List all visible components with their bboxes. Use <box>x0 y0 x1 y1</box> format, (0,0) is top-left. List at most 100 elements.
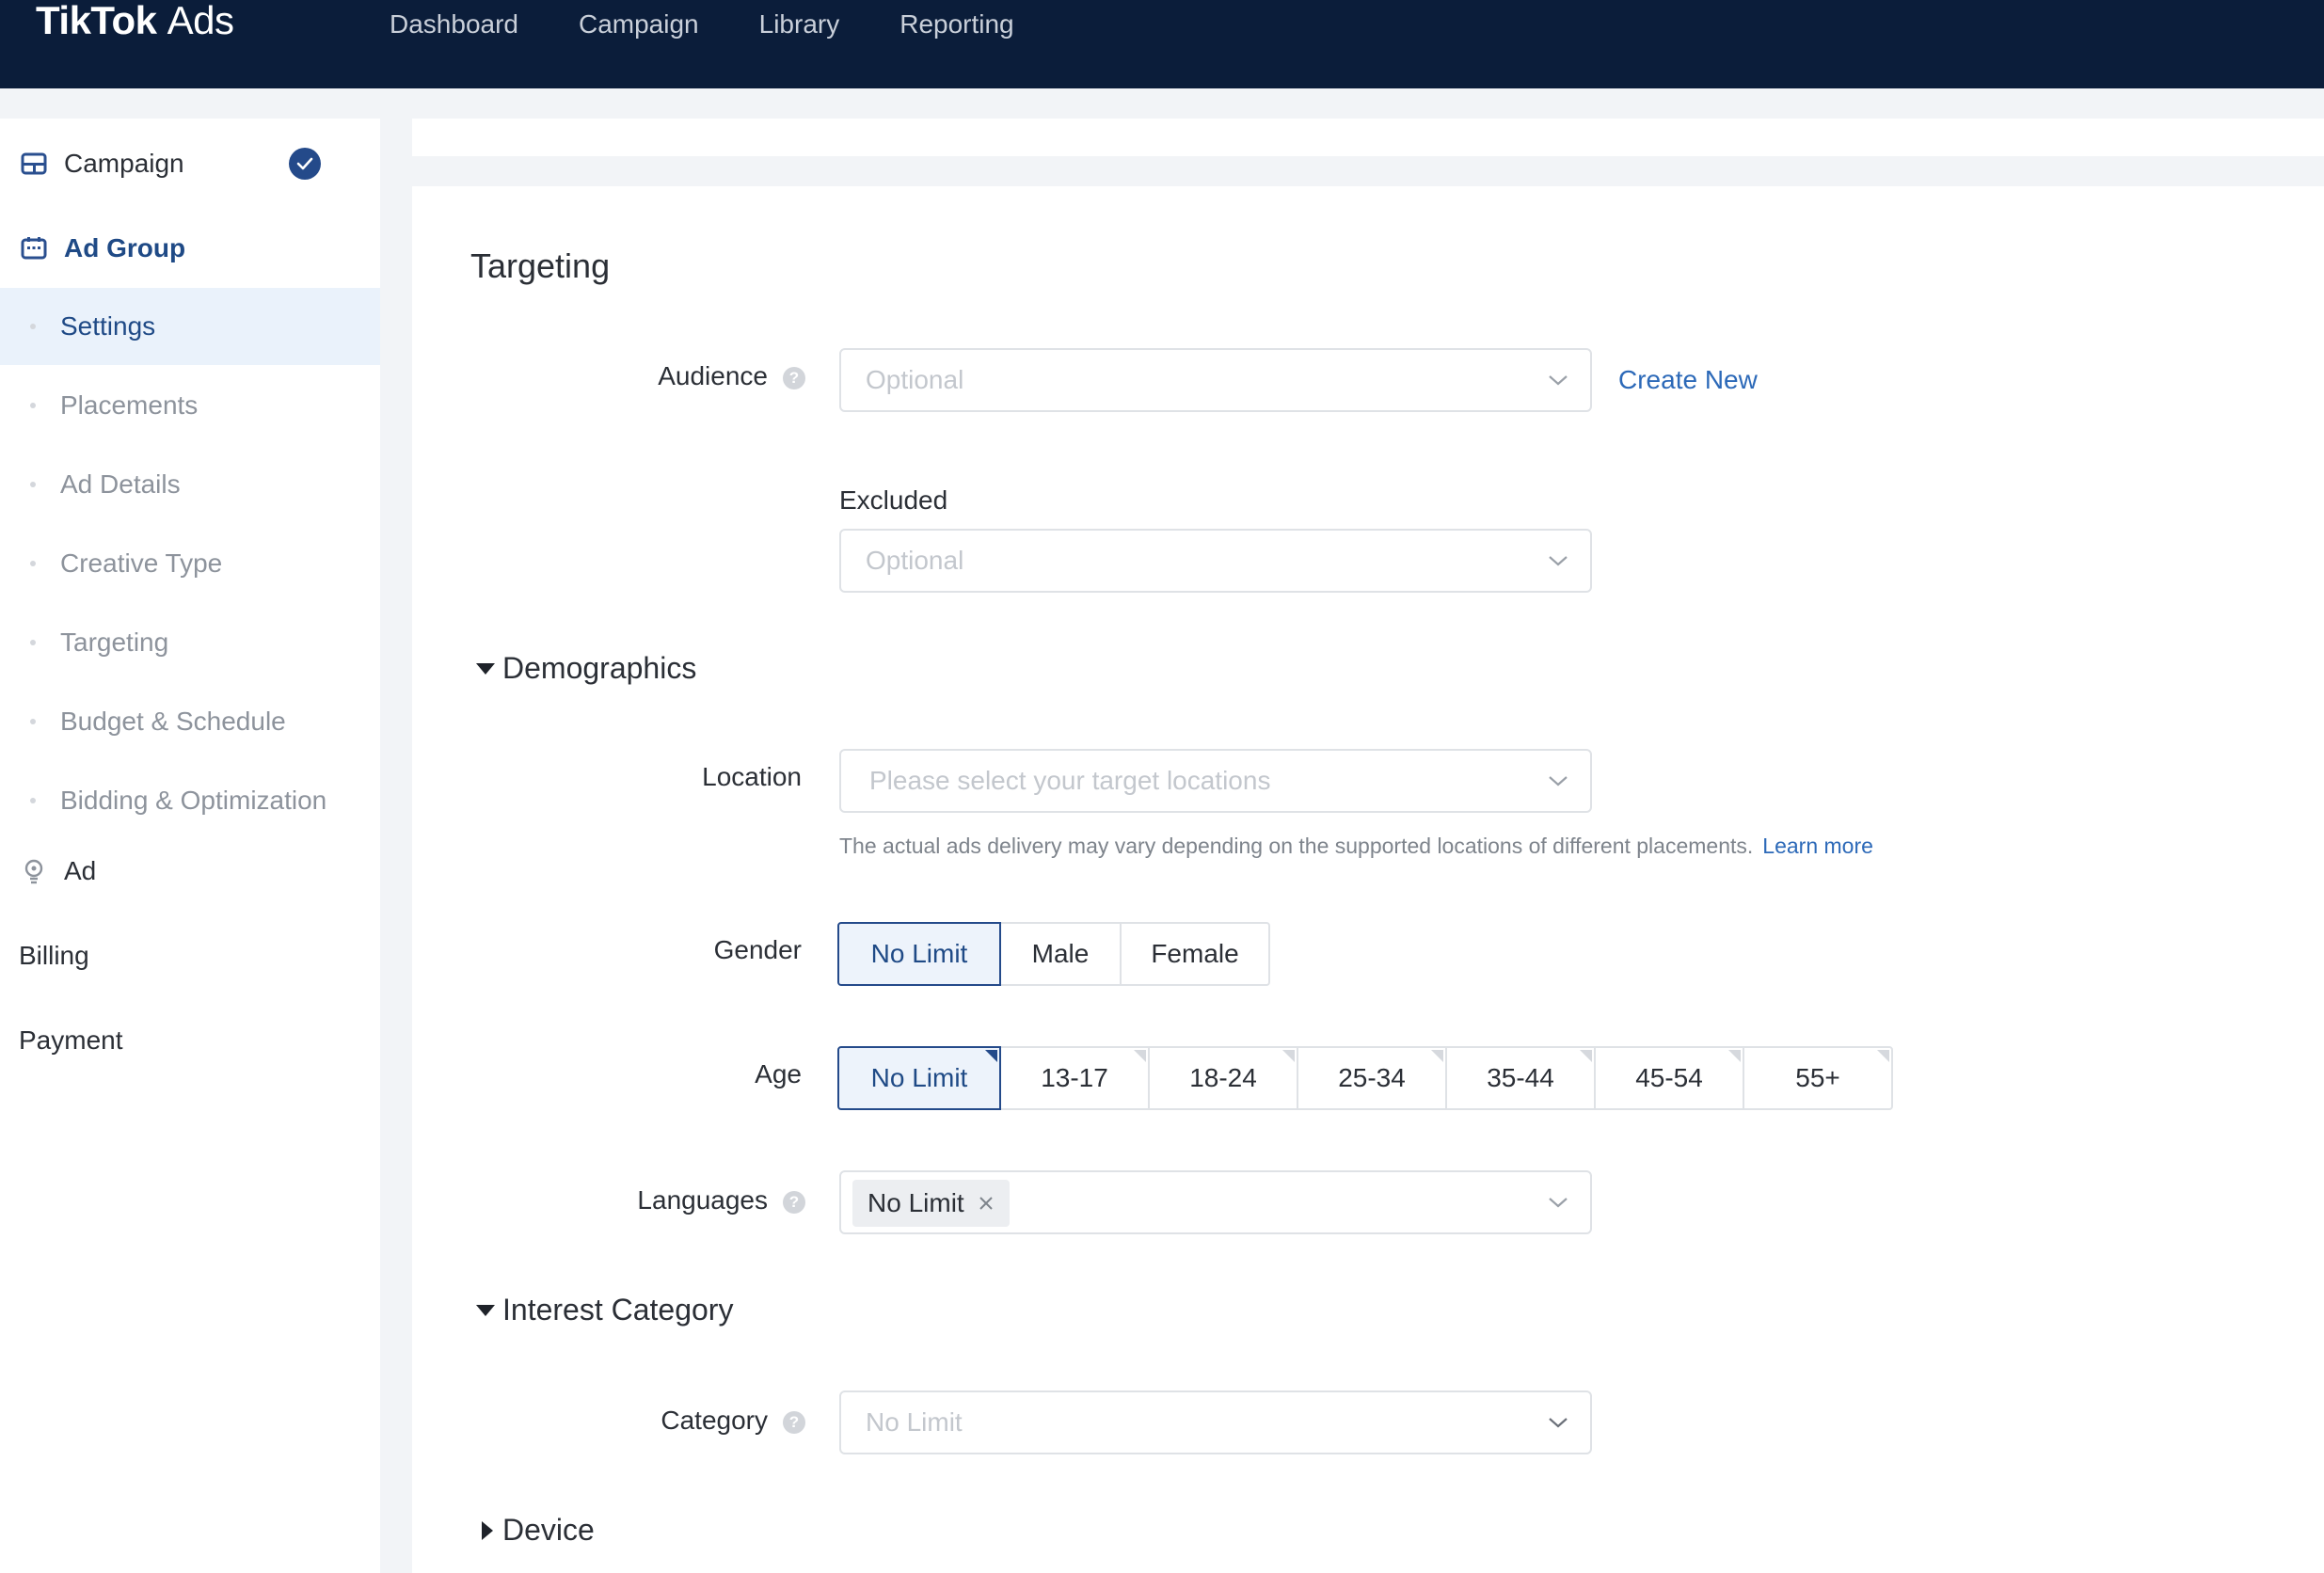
chevron-down-icon <box>1549 1198 1568 1208</box>
age-option-55-plus[interactable]: 55+ <box>1743 1046 1893 1110</box>
age-option-25-34[interactable]: 25-34 <box>1297 1046 1447 1110</box>
category-select[interactable]: No Limit <box>839 1390 1592 1454</box>
languages-label-text: Languages <box>637 1185 768 1215</box>
chevron-down-icon <box>1549 1418 1568 1428</box>
option-label: No Limit <box>870 1063 968 1092</box>
bullet-dot <box>30 640 36 645</box>
chevron-down-icon <box>1549 776 1568 786</box>
learn-more-link[interactable]: Learn more <box>1762 834 1873 858</box>
option-label: No Limit <box>870 939 968 968</box>
caret-right-icon <box>482 1520 493 1540</box>
excluded-placeholder: Optional <box>866 546 964 575</box>
demographics-title: Demographics <box>502 651 697 685</box>
help-icon[interactable]: ? <box>783 1410 805 1434</box>
location-hint: The actual ads delivery may vary dependi… <box>839 834 1873 859</box>
language-tag: No Limit <box>852 1180 1010 1227</box>
sidebar-item-label: Payment <box>19 1025 123 1055</box>
age-label: Age <box>755 1059 802 1088</box>
sidebar-item-billing[interactable]: Billing <box>0 930 380 982</box>
tiktok-ads-logo[interactable]: TikTok Ads <box>36 0 234 41</box>
corner-marker <box>1580 1050 1592 1062</box>
corner-marker <box>1431 1050 1443 1062</box>
age-option-no-limit[interactable]: No Limit <box>837 1046 1001 1110</box>
device-toggle[interactable]: Device <box>470 1513 595 1548</box>
completed-check-icon <box>289 148 321 180</box>
option-label: Male <box>1031 939 1090 968</box>
nav-dashboard[interactable]: Dashboard <box>390 6 518 43</box>
age-option-35-44[interactable]: 35-44 <box>1445 1046 1596 1110</box>
bullet-dot <box>30 719 36 724</box>
gender-option-no-limit[interactable]: No Limit <box>837 922 1001 986</box>
sidebar-subitem-settings[interactable]: Settings <box>0 288 380 365</box>
sidebar-subitem-ad-details[interactable]: Ad Details <box>0 448 380 521</box>
gender-option-male[interactable]: Male <box>999 922 1122 986</box>
option-label: 18-24 <box>1189 1063 1257 1092</box>
logo-sub-text: Ads <box>167 0 234 42</box>
bullet-dot <box>30 482 36 487</box>
nav-reporting[interactable]: Reporting <box>899 6 1013 43</box>
sidebar-subitem-label: Bidding & Optimization <box>60 786 327 815</box>
bullet-dot <box>30 561 36 566</box>
audience-label-text: Audience <box>658 361 768 390</box>
chevron-down-icon <box>1549 375 1568 386</box>
top-content-strip <box>412 119 2324 156</box>
sidebar-item-payment[interactable]: Payment <box>0 1014 380 1067</box>
location-label: Location <box>702 762 802 791</box>
sidebar-item-label: Ad Group <box>64 233 186 262</box>
corner-marker <box>1728 1050 1741 1062</box>
option-label: Female <box>1151 939 1239 968</box>
logo-text: TikTok <box>36 0 157 42</box>
nav-campaign[interactable]: Campaign <box>579 6 699 43</box>
audience-placeholder: Optional <box>866 365 964 394</box>
language-tag-label: No Limit <box>868 1188 964 1217</box>
ad-group-icon <box>21 235 47 262</box>
age-option-18-24[interactable]: 18-24 <box>1148 1046 1298 1110</box>
sidebar-subitem-label: Budget & Schedule <box>60 707 286 736</box>
sidebar-item-ad[interactable]: Ad <box>0 845 380 898</box>
location-hint-text: The actual ads delivery may vary dependi… <box>839 834 1754 858</box>
lightbulb-icon <box>21 858 47 884</box>
option-label: 45-54 <box>1635 1063 1703 1092</box>
create-new-link[interactable]: Create New <box>1618 365 1758 395</box>
audience-label: Audience? <box>565 361 805 391</box>
help-icon[interactable]: ? <box>783 1190 805 1214</box>
category-label-text: Category <box>661 1406 768 1435</box>
sidebar-subitem-label: Settings <box>60 311 156 341</box>
corner-marker <box>1877 1050 1889 1062</box>
gender-option-female[interactable]: Female <box>1120 922 1270 986</box>
sidebar-subitem-placements[interactable]: Placements <box>0 369 380 442</box>
bullet-dot <box>30 403 36 408</box>
sidebar-subitem-label: Ad Details <box>60 469 181 499</box>
age-segmented-control: No Limit 13-17 18-24 25-34 35-44 45-54 5… <box>837 1046 1893 1110</box>
sidebar-subitem-targeting[interactable]: Targeting <box>0 606 380 679</box>
excluded-audience-select[interactable]: Optional <box>839 529 1592 593</box>
nav-library[interactable]: Library <box>759 6 840 43</box>
chevron-down-icon <box>1549 556 1568 566</box>
interest-category-toggle[interactable]: Interest Category <box>470 1293 733 1327</box>
sidebar-subitem-budget-schedule[interactable]: Budget & Schedule <box>0 685 380 758</box>
help-icon[interactable]: ? <box>783 366 805 389</box>
caret-down-icon <box>476 1304 495 1316</box>
age-option-45-54[interactable]: 45-54 <box>1594 1046 1744 1110</box>
audience-select[interactable]: Optional <box>839 348 1592 412</box>
close-icon[interactable] <box>978 1195 995 1212</box>
sidebar-subitem-creative-type[interactable]: Creative Type <box>0 527 380 600</box>
sidebar-item-ad-group[interactable]: Ad Group <box>0 222 380 275</box>
sidebar-subitem-bidding-optimization[interactable]: Bidding & Optimization <box>0 764 380 837</box>
caret-down-icon <box>476 662 495 675</box>
age-option-13-17[interactable]: 13-17 <box>999 1046 1150 1110</box>
sidebar-item-campaign[interactable]: Campaign <box>0 137 380 190</box>
top-navigation-bar: TikTok Ads Dashboard Campaign Library Re… <box>0 0 2324 88</box>
bullet-dot <box>30 798 36 803</box>
demographics-toggle[interactable]: Demographics <box>470 651 696 686</box>
option-label: 25-34 <box>1338 1063 1406 1092</box>
device-title: Device <box>502 1513 595 1547</box>
gender-label: Gender <box>713 935 802 964</box>
location-placeholder: Please select your target locations <box>869 766 1271 795</box>
sidebar-item-label: Campaign <box>64 149 184 178</box>
option-label: 35-44 <box>1487 1063 1554 1092</box>
languages-select[interactable]: No Limit <box>839 1170 1592 1234</box>
location-select[interactable]: Please select your target locations <box>839 749 1592 813</box>
sidebar-item-label: Ad <box>64 856 97 885</box>
sidebar: Campaign Ad Group Settings Placements Ad… <box>0 119 380 1573</box>
